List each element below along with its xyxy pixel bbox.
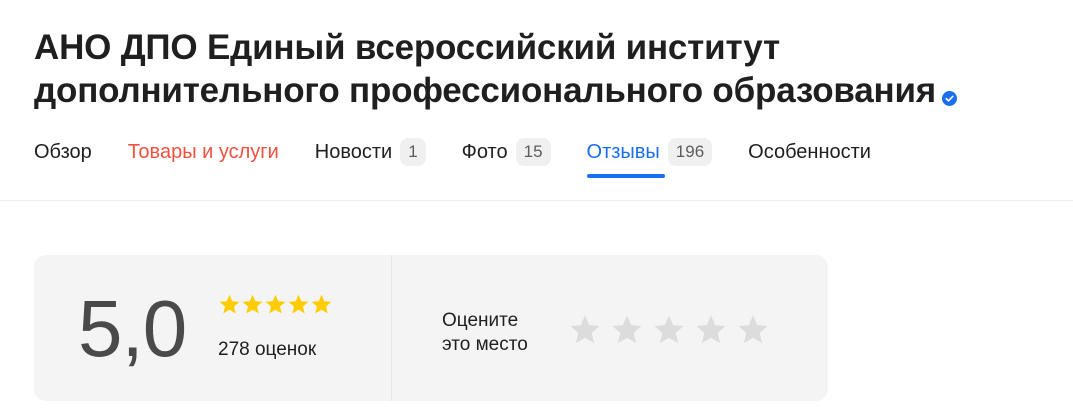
verified-check-icon bbox=[942, 73, 957, 106]
rate-star-4-icon[interactable] bbox=[694, 313, 728, 347]
tab-label: Новости bbox=[314, 140, 393, 163]
tab-news[interactable]: Новости 1 bbox=[315, 136, 426, 168]
tab-label: Особенности bbox=[748, 140, 871, 163]
tab-products-services[interactable]: Товары и услуги bbox=[128, 136, 279, 168]
rating-summary: 5,0 278 оценок bbox=[34, 255, 392, 401]
tab-count-badge: 196 bbox=[667, 138, 713, 166]
rate-place-stars bbox=[568, 313, 778, 347]
tab-photo[interactable]: Фото 15 bbox=[462, 136, 551, 168]
tab-count-badge: 1 bbox=[400, 138, 426, 166]
rate-place-block: Оцените это место bbox=[392, 255, 828, 401]
tab-label: Обзор bbox=[34, 140, 92, 163]
star-filled-icon bbox=[288, 294, 309, 314]
org-title-line1: АНО ДПО Единый всероссийский институт bbox=[34, 28, 780, 67]
tab-reviews[interactable]: Отзывы 196 bbox=[586, 136, 713, 178]
star-filled-icon bbox=[219, 294, 240, 314]
rate-star-5-icon[interactable] bbox=[736, 313, 770, 347]
rate-star-1-icon[interactable] bbox=[568, 313, 602, 347]
rating-score: 5,0 bbox=[78, 284, 187, 373]
rating-votes-count: 278 оценок bbox=[218, 339, 317, 360]
rate-place-line1: Оцените bbox=[442, 310, 519, 331]
rate-place-line2: это место bbox=[442, 334, 528, 355]
tab-features[interactable]: Особенности bbox=[748, 136, 871, 168]
rating-card: 5,0 278 оценок Оцените это место bbox=[34, 255, 828, 401]
org-title: АНО ДПО Единый всероссийский институт доп… bbox=[34, 26, 994, 112]
tab-overview[interactable]: Обзор bbox=[34, 136, 92, 168]
rating-stars bbox=[218, 293, 333, 316]
tab-count-badge: 15 bbox=[515, 138, 551, 166]
org-title-line2: дополнительного профессионального образо… bbox=[34, 71, 936, 110]
tab-label: Фото bbox=[461, 140, 508, 163]
star-filled-icon bbox=[242, 294, 263, 314]
rate-place-label: Оцените это место bbox=[442, 309, 562, 357]
star-filled-icon bbox=[311, 294, 332, 314]
tab-label: Отзывы bbox=[586, 140, 660, 163]
rate-star-3-icon[interactable] bbox=[652, 313, 686, 347]
rate-star-2-icon[interactable] bbox=[610, 313, 644, 347]
org-tabs: Обзор Товары и услуги Новости 1 Фото 15 От… bbox=[34, 136, 907, 180]
tab-label: Товары и услуги bbox=[127, 140, 279, 163]
star-filled-icon bbox=[265, 294, 286, 314]
org-header: АНО ДПО Единый всероссийский институт доп… bbox=[0, 0, 1073, 201]
